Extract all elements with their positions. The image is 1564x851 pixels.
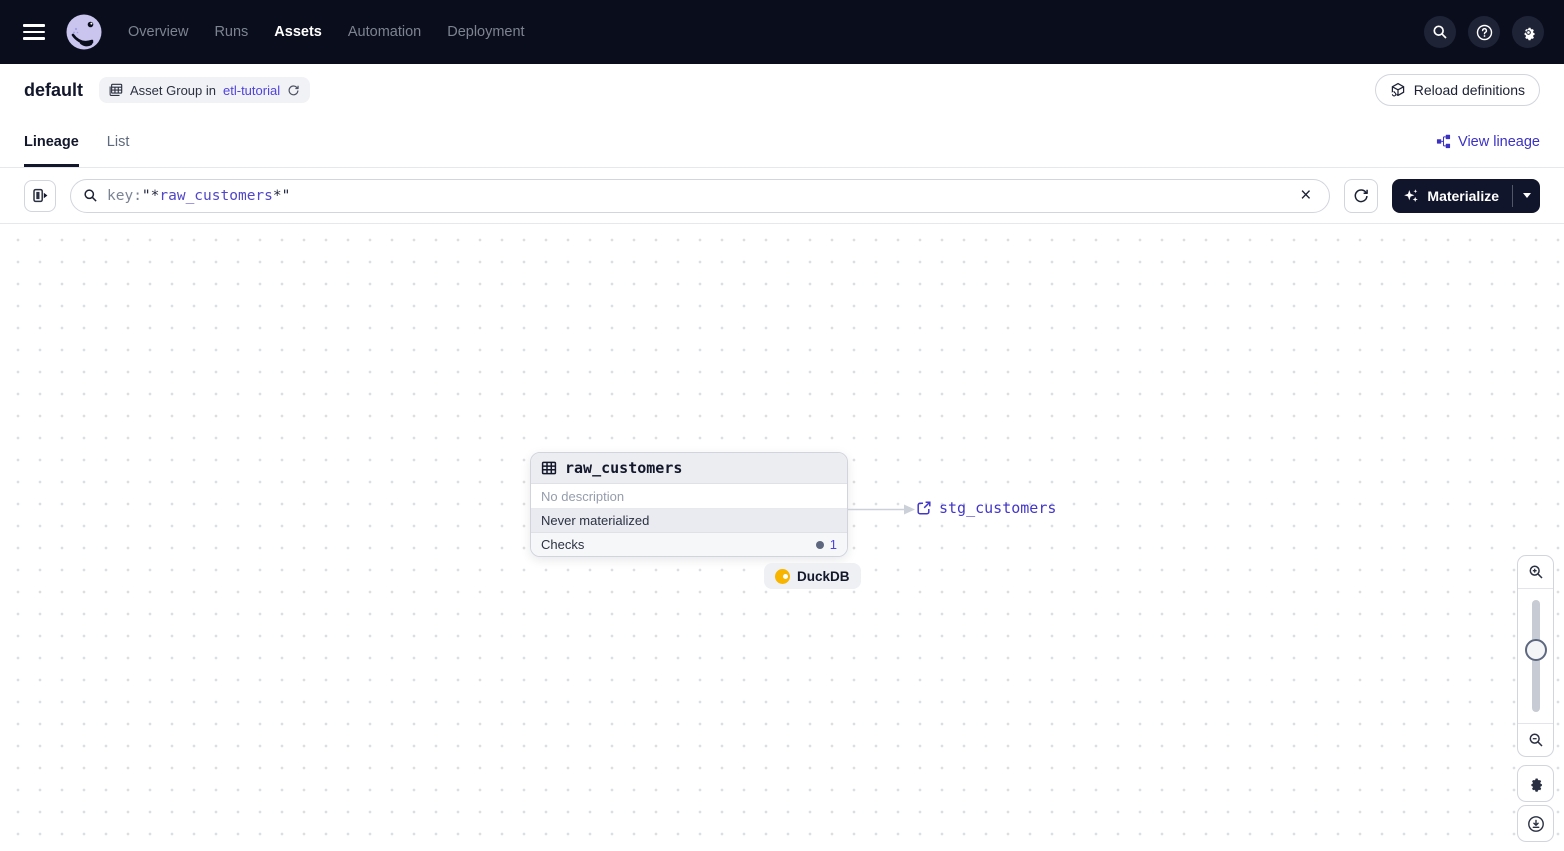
- reload-cube-icon: [1390, 82, 1406, 98]
- zoom-out-icon: [1528, 732, 1544, 748]
- zoom-out-button[interactable]: [1518, 723, 1553, 756]
- asset-filter-input[interactable]: key: "* raw_customers *" ×: [70, 178, 1331, 213]
- reload-definitions-label: Reload definitions: [1413, 82, 1525, 98]
- panel-open-icon: [32, 187, 49, 204]
- view-lineage-link[interactable]: View lineage: [1436, 116, 1540, 167]
- kind-badge-label: DuckDB: [797, 568, 850, 584]
- clear-filter-button[interactable]: ×: [1294, 184, 1317, 207]
- materialize-button[interactable]: Materialize: [1392, 179, 1512, 213]
- zoom-slider[interactable]: [1518, 589, 1553, 723]
- zoom-in-button[interactable]: [1518, 556, 1553, 589]
- checks-label: Checks: [541, 537, 585, 552]
- refresh-graph-button[interactable]: [1344, 178, 1379, 213]
- asset-node-checks-row[interactable]: Checks 1: [531, 533, 847, 556]
- asset-group-badge-text: Asset Group in: [130, 82, 217, 98]
- help-icon: [1476, 24, 1493, 41]
- graph-settings-button[interactable]: [1517, 765, 1554, 802]
- sync-icon: [1353, 188, 1369, 204]
- page-header: default Asset Group in etl-tutorial Relo…: [0, 64, 1564, 116]
- zoom-slider-handle[interactable]: [1524, 639, 1547, 661]
- badge-refresh-icon[interactable]: [287, 84, 300, 97]
- asset-group-badge: Asset Group in etl-tutorial: [99, 77, 311, 103]
- materialize-dropdown-button[interactable]: [1513, 179, 1540, 213]
- dagster-logo-icon[interactable]: [64, 12, 104, 52]
- top-nav: Overview Runs Assets Automation Deployme…: [0, 0, 1564, 64]
- nav-item-deployment[interactable]: Deployment: [447, 24, 524, 40]
- sparkles-icon: [1403, 188, 1419, 204]
- check-status-dot: [815, 540, 824, 549]
- lineage-canvas[interactable]: raw_customers No description Never mater…: [0, 224, 1564, 851]
- table-icon: [541, 460, 557, 476]
- tab-lineage[interactable]: Lineage: [24, 116, 79, 167]
- chevron-down-icon: [1522, 193, 1531, 198]
- reload-definitions-button[interactable]: Reload definitions: [1374, 74, 1540, 106]
- nav-item-automation[interactable]: Automation: [348, 24, 421, 40]
- materialize-label: Materialize: [1427, 187, 1499, 204]
- lineage-graph-icon: [1436, 134, 1451, 149]
- zoom-control-panel: [1517, 555, 1554, 757]
- tab-list[interactable]: List: [107, 116, 130, 167]
- settings-gear-icon: [1527, 775, 1544, 792]
- user-settings-button[interactable]: [1512, 16, 1544, 48]
- asset-node-raw-customers[interactable]: raw_customers No description Never mater…: [530, 452, 848, 557]
- checks-count: 1: [829, 537, 837, 552]
- kind-badge-duckdb[interactable]: DuckDB: [764, 563, 861, 589]
- downstream-node-stg-customers[interactable]: stg_customers: [916, 499, 1056, 517]
- main-nav: Overview Runs Assets Automation Deployme…: [128, 24, 525, 40]
- filter-query-text: key: "* raw_customers *": [107, 187, 291, 204]
- external-link-icon: [916, 500, 932, 516]
- nav-item-runs[interactable]: Runs: [214, 24, 248, 40]
- hamburger-menu-button[interactable]: [20, 17, 50, 47]
- help-button[interactable]: [1468, 16, 1500, 48]
- asset-node-description: No description: [531, 484, 847, 509]
- search-icon: [1432, 24, 1448, 40]
- tabs-bar: Lineage List View lineage: [0, 116, 1564, 168]
- code-location-link[interactable]: etl-tutorial: [223, 83, 280, 98]
- recenter-view-button[interactable]: [1517, 805, 1554, 842]
- nav-item-overview[interactable]: Overview: [128, 24, 188, 40]
- recenter-icon: [1527, 815, 1545, 833]
- page-title: default: [24, 79, 84, 100]
- asset-node-status: Never materialized: [531, 509, 847, 533]
- lineage-toolbar: key: "* raw_customers *" × Materialize: [0, 168, 1564, 224]
- zoom-in-icon: [1528, 564, 1544, 580]
- asset-group-icon: [109, 83, 123, 97]
- duckdb-icon: [775, 568, 790, 584]
- nav-item-assets[interactable]: Assets: [274, 24, 322, 40]
- materialize-button-group: Materialize: [1392, 178, 1540, 213]
- asset-node-title: raw_customers: [565, 459, 683, 477]
- gear-icon: [1520, 24, 1537, 41]
- open-sidebar-panel-button[interactable]: [24, 179, 56, 212]
- downstream-node-label: stg_customers: [939, 499, 1057, 517]
- filter-search-icon: [83, 188, 98, 203]
- global-search-button[interactable]: [1424, 16, 1456, 48]
- lineage-edge: [848, 504, 915, 515]
